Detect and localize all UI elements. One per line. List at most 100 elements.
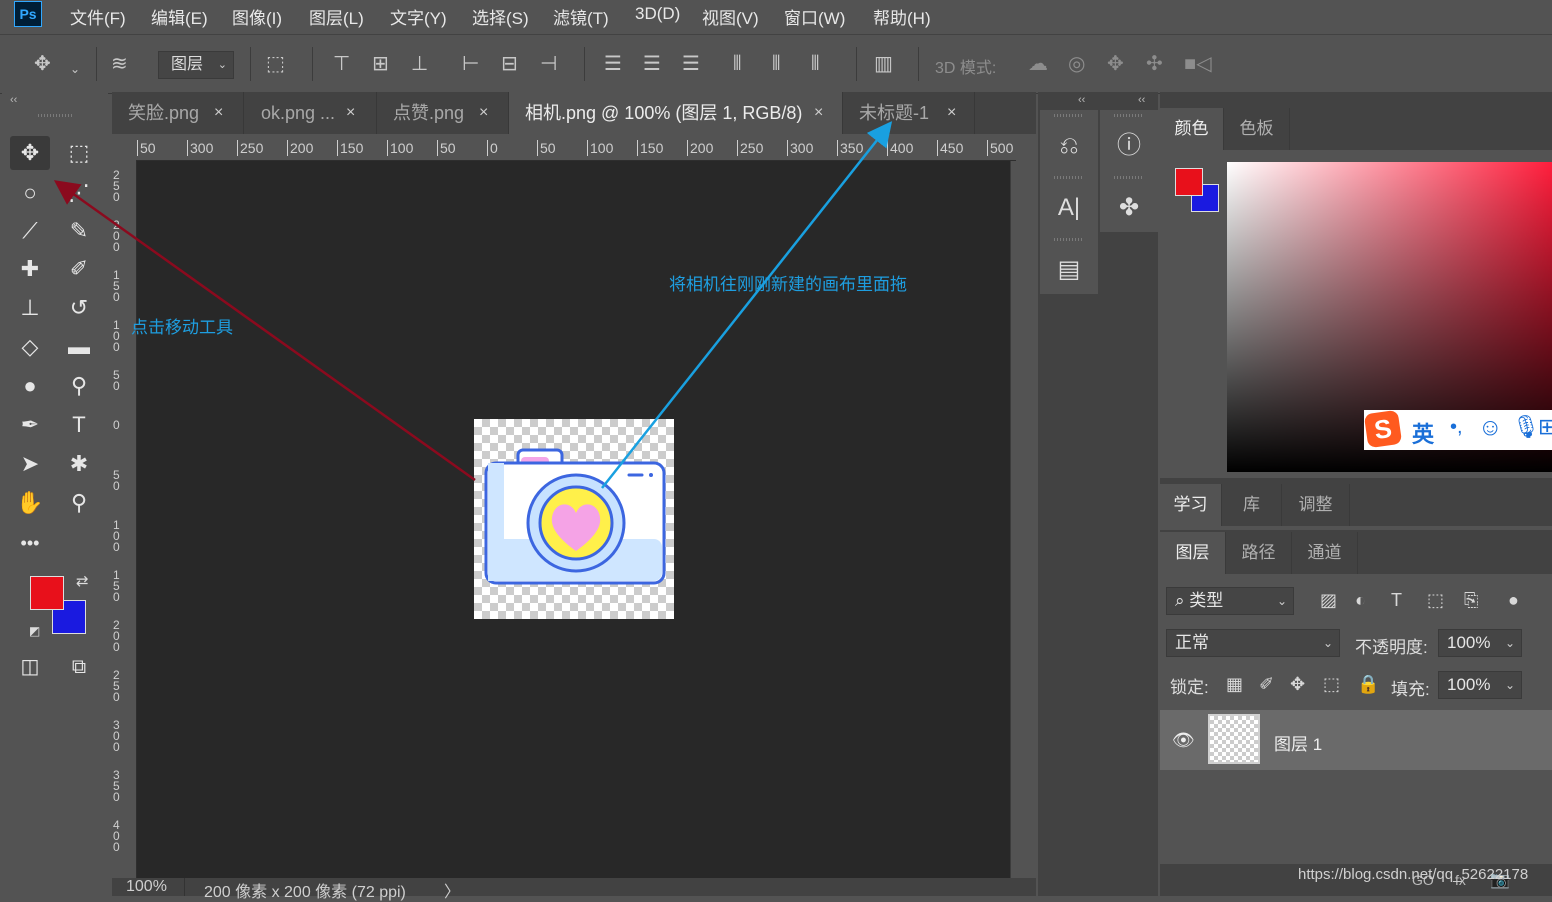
align-horizontal-center-icon[interactable]: ⊟ [501,54,518,74]
close-icon[interactable]: × [346,92,355,134]
lock-transparent-pixels-icon[interactable]: ▦ [1226,674,1243,695]
menu-view[interactable]: 视图(V) [702,4,759,29]
distribute-right-icon[interactable]: ⫴ [811,54,819,74]
roll-3d-icon[interactable]: ◎ [1068,54,1085,74]
hand-tool[interactable]: ✋ [10,486,50,520]
tab-like[interactable]: 点赞.png × [377,92,509,134]
orbit-3d-icon[interactable]: ☁ [1028,54,1048,74]
drag-3d-icon[interactable]: ✥ [1107,54,1124,74]
menu-help[interactable]: 帮助(H) [873,4,931,29]
toolbox-grip[interactable] [38,114,72,117]
menu-select[interactable]: 选择(S) [472,4,529,29]
eyedropper-tool[interactable]: ✎ [59,214,99,248]
auto-select-layers-icon[interactable]: ≋ [111,54,128,74]
swap-colors-icon[interactable]: ⇄ [76,572,89,590]
character-icon[interactable]: A| [1040,186,1098,230]
healing-brush-tool[interactable]: ✚ [10,252,50,286]
filter-pixel-icon[interactable]: ▨ [1320,590,1337,611]
ime-toolbar[interactable]: S 英 •, ☺ 🎙 ⊞ [1363,409,1552,450]
blend-mode-dropdown[interactable]: 正常 ⌄ [1166,629,1340,657]
plugins-icon[interactable]: ✤ [1100,186,1158,230]
distribute-left-icon[interactable]: ⫴ [733,54,741,74]
tab-layers[interactable]: 图层 [1160,532,1226,574]
crop-tool[interactable]: ⟋ [10,214,50,248]
tab-untitled[interactable]: 未标题-1 × [843,92,975,134]
collapse-dock-icon[interactable]: ‹‹ [1078,94,1085,106]
zoom-tool[interactable]: ⚲ [59,486,99,520]
menu-layer[interactable]: 图层(L) [309,4,364,29]
visibility-eye-icon[interactable]: 👁 [1172,730,1195,751]
align-top-icon[interactable]: ⊤ [333,54,350,74]
lock-image-pixels-icon[interactable]: ✐ [1259,674,1274,695]
dodge-tool[interactable]: ⚲ [59,369,99,403]
fill-input[interactable]: 100% ⌄ [1438,671,1522,699]
tab-swatches[interactable]: 色板 [1224,108,1290,150]
filter-shape-icon[interactable]: ⬚ [1427,590,1444,611]
move-tool[interactable]: ✥ [10,136,50,170]
quick-mask-icon[interactable]: ◫ [10,650,50,684]
align-vertical-center-icon[interactable]: ⊞ [372,54,389,74]
zoom-level[interactable]: 100% [126,878,167,896]
history-icon[interactable]: ⎌ [1040,124,1098,168]
tab-paths[interactable]: 路径 [1226,532,1292,574]
collapse-toolbox-icon[interactable]: ‹‹ [10,94,17,106]
filter-smart-object-icon[interactable]: ⎘ [1464,590,1478,611]
distribute-horizontal-center-icon[interactable]: ⫴ [772,54,780,74]
align-right-icon[interactable]: ⊣ [540,54,557,74]
history-brush-tool[interactable]: ↺ [59,291,99,325]
menu-edit[interactable]: 编辑(E) [151,4,208,29]
collapse-dock-icon[interactable]: ‹‹ [1138,94,1145,106]
show-transform-controls-icon[interactable]: ⬚ [266,54,285,74]
filter-type-icon[interactable]: T [1391,590,1402,611]
filter-toggle-icon[interactable]: ● [1508,590,1519,611]
distribute-spacing-icon[interactable]: ▥ [874,54,893,74]
opacity-input[interactable]: 100% ⌄ [1438,629,1522,657]
tab-channels[interactable]: 通道 [1292,532,1358,574]
ime-language-mode[interactable]: 英 [1412,417,1434,449]
more-tools-icon[interactable]: ••• [10,526,50,560]
ime-punctuation[interactable]: •, [1450,416,1463,439]
distribute-vertical-center-icon[interactable]: ☰ [643,54,661,74]
foreground-color-swatch[interactable] [30,576,64,610]
lock-position-icon[interactable]: ✥ [1290,674,1305,695]
color-panel-foreground-swatch-top[interactable] [1175,168,1203,196]
document-canvas[interactable] [474,419,674,619]
tab-camera[interactable]: 相机.png @ 100% (图层 1, RGB/8) × [509,92,843,134]
microphone-icon[interactable]: 🎙 [1512,414,1540,440]
emoji-icon[interactable]: ☺ [1478,414,1503,442]
lock-artboard-icon[interactable]: ⬚ [1323,674,1340,695]
vertical-ruler[interactable]: 250 200 150 100 50 0 50 100 150 200 250 300 350 400 [112,160,137,878]
menu-image[interactable]: 图像(I) [232,4,282,29]
marquee-tool[interactable]: ⬚ [59,136,99,170]
path-selection-tool[interactable]: ➤ [10,447,50,481]
type-tool[interactable]: T [59,408,99,442]
paragraph-icon[interactable]: ▤ [1040,248,1098,292]
chevron-down-icon[interactable]: ⌄ [70,59,80,79]
eraser-tool[interactable]: ◇ [10,330,50,364]
quick-selection-tool[interactable]: ⋰ [59,176,99,210]
blur-tool[interactable]: ● [10,369,50,403]
screen-mode-icon[interactable]: ⧉ [59,650,99,684]
menu-filter[interactable]: 滤镜(T) [553,4,609,29]
layer-filter-dropdown[interactable]: ⌕ 类型 ⌄ [1166,587,1294,615]
align-bottom-icon[interactable]: ⊥ [411,54,428,74]
brush-tool[interactable]: ✐ [59,252,99,286]
close-icon[interactable]: × [479,92,488,134]
tab-learn[interactable]: 学习 [1160,484,1222,526]
slide-3d-icon[interactable]: ✣ [1146,54,1163,74]
close-icon[interactable]: × [214,92,223,134]
tab-adjustments[interactable]: 调整 [1282,484,1350,526]
lasso-tool[interactable]: ○ [10,176,50,210]
distribute-top-icon[interactable]: ☰ [604,54,622,74]
menu-window[interactable]: 窗口(W) [784,4,845,29]
gradient-tool[interactable]: ▬ [59,330,99,364]
layer-thumbnail[interactable] [1208,714,1260,764]
filter-adjustment-icon[interactable]: ◐ [1355,590,1366,611]
tab-ok[interactable]: ok.png ... × [245,92,377,134]
keyboard-icon[interactable]: ⊞ [1538,414,1552,440]
status-menu-arrow-icon[interactable]: 〉 [444,878,460,902]
menu-type[interactable]: 文字(Y) [390,4,447,29]
clone-stamp-tool[interactable]: ⊥ [10,291,50,325]
custom-shape-tool[interactable]: ✱ [59,447,99,481]
scale-3d-icon[interactable]: ■◁ [1184,54,1211,74]
